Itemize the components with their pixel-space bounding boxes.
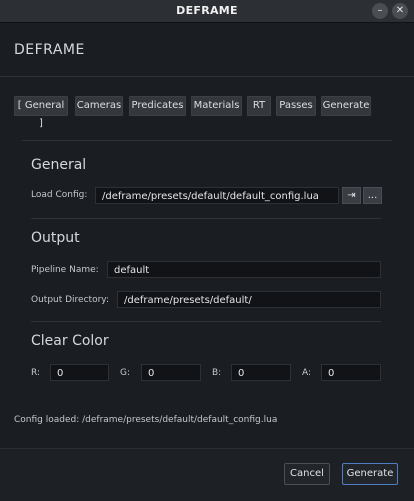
window-title: DEFRAME [176, 4, 238, 17]
general-divider [31, 218, 381, 219]
pipeline-name-field[interactable]: default [107, 261, 381, 278]
cancel-button[interactable]: Cancel [284, 463, 330, 485]
tab-generate[interactable]: Generate [321, 96, 371, 116]
g-field[interactable]: 0 [141, 364, 201, 381]
tab-general[interactable]: [ General ] [14, 96, 68, 129]
output-directory-label: Output Directory: [31, 295, 109, 305]
load-config-field[interactable]: /deframe/presets/default/default_config.… [95, 187, 339, 204]
g-label: G: [120, 368, 131, 378]
app-title: DEFRAME [14, 42, 85, 58]
a-field[interactable]: 0 [321, 364, 381, 381]
tabs-divider [22, 140, 392, 141]
status-text: Config loaded: /deframe/presets/default/… [14, 415, 278, 425]
window-titlebar: DEFRAME – ✕ [0, 0, 414, 23]
generate-button[interactable]: Generate [342, 463, 398, 485]
clear-color-heading: Clear Color [31, 333, 109, 349]
general-heading: General [31, 157, 87, 173]
load-config-label: Load Config: [31, 190, 88, 200]
tab-materials[interactable]: Materials [191, 96, 242, 116]
load-config-apply-icon[interactable]: ⇥ [342, 187, 361, 204]
b-label: B: [212, 368, 222, 378]
header-divider [0, 76, 414, 77]
r-label: R: [31, 368, 41, 378]
close-icon[interactable]: ✕ [392, 3, 408, 19]
output-divider [31, 321, 381, 322]
a-label: A: [302, 368, 312, 378]
output-directory-field[interactable]: /deframe/presets/default/ [117, 291, 381, 308]
tab-predicates[interactable]: Predicates [129, 96, 186, 116]
output-heading: Output [31, 230, 80, 246]
r-field[interactable]: 0 [50, 364, 109, 381]
tab-rt[interactable]: RT [247, 96, 271, 116]
tab-cameras[interactable]: Cameras [75, 96, 123, 116]
pipeline-name-label: Pipeline Name: [31, 265, 99, 275]
b-field[interactable]: 0 [231, 364, 291, 381]
browse-button[interactable]: ... [363, 187, 382, 204]
tab-passes[interactable]: Passes [276, 96, 316, 116]
minimize-icon[interactable]: – [372, 3, 388, 19]
